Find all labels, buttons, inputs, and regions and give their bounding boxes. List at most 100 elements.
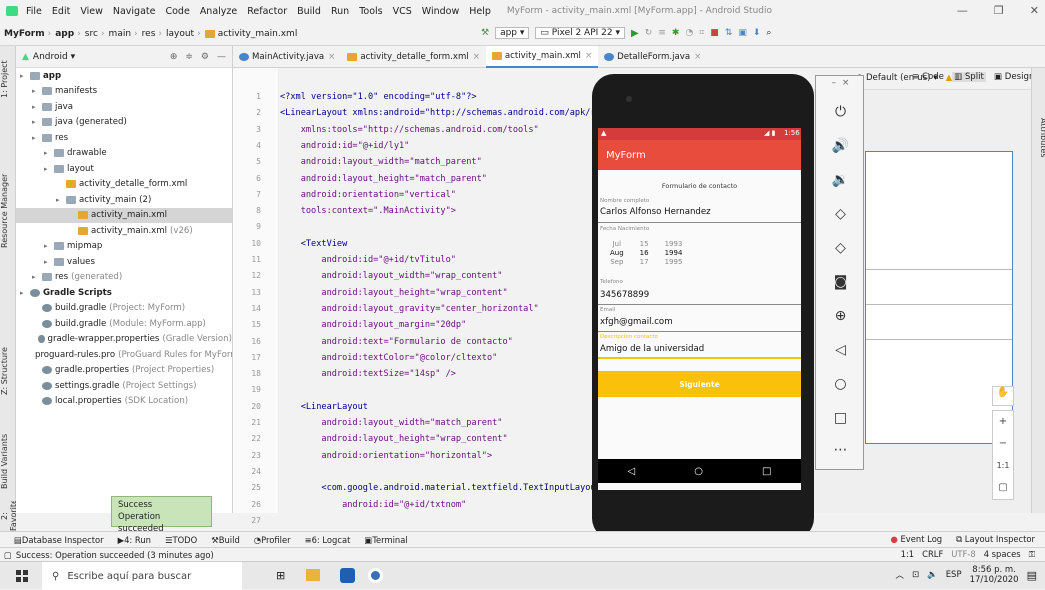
tree-item[interactable]: proguard-rules.pro (ProGuard Rules for My… bbox=[16, 347, 232, 363]
expand-arrow-icon[interactable]: ▸ bbox=[44, 242, 54, 250]
emulator-back-icon[interactable]: ◁ bbox=[816, 342, 865, 358]
run-config-select[interactable]: app ▾ bbox=[495, 27, 530, 39]
zoom-out-icon[interactable]: − bbox=[993, 433, 1013, 455]
expand-arrow-icon[interactable]: ▸ bbox=[56, 196, 66, 204]
next-button[interactable]: Siguiente bbox=[598, 371, 801, 397]
tree-item[interactable]: ▸ Gradle Scripts bbox=[16, 285, 232, 301]
menu-build[interactable]: Build bbox=[297, 6, 321, 17]
build-tab[interactable]: ⚒ Build bbox=[211, 535, 240, 545]
back-icon[interactable]: ◁ bbox=[628, 466, 636, 477]
expand-arrow-icon[interactable]: ▸ bbox=[32, 273, 42, 281]
breadcrumb-res[interactable]: res bbox=[142, 29, 156, 39]
screenshot-icon[interactable]: ◙ bbox=[816, 274, 865, 290]
tree-item[interactable]: activity_detalle_form.xml bbox=[16, 177, 232, 193]
power-icon[interactable]: ⏻ bbox=[816, 104, 865, 120]
rotate-left-icon[interactable]: ◇ bbox=[816, 206, 865, 222]
more-icon[interactable]: ⋯ bbox=[816, 442, 865, 458]
profile-icon[interactable]: ◔ bbox=[685, 28, 693, 38]
file-encoding[interactable]: UTF-8 bbox=[951, 549, 975, 560]
event-log-tab[interactable]: ● Event Log bbox=[891, 534, 943, 545]
breadcrumb-project[interactable]: MyForm bbox=[4, 29, 45, 39]
structure-tab[interactable]: Z: Structure bbox=[0, 336, 16, 406]
month-spinner[interactable]: Jul Aug Sep bbox=[610, 240, 624, 270]
attach-debugger-icon[interactable]: ⌗ bbox=[699, 28, 704, 38]
menu-view[interactable]: View bbox=[80, 6, 103, 17]
date-picker[interactable]: Jul Aug Sep 15 16 17 1993 1994 1995 bbox=[610, 240, 700, 270]
attributes-tab[interactable]: Attributes bbox=[1032, 108, 1045, 168]
target-icon[interactable]: ⊕ bbox=[170, 52, 178, 62]
tree-item[interactable]: settings.gradle (Project Settings) bbox=[16, 378, 232, 394]
tree-item[interactable]: ▸ activity_main (2) bbox=[16, 192, 232, 208]
search-icon[interactable]: ⌕ bbox=[766, 28, 771, 38]
collapse-icon[interactable]: ≑ bbox=[185, 52, 193, 62]
file-explorer-icon[interactable] bbox=[306, 569, 320, 581]
tree-item[interactable]: ▸ layout bbox=[16, 161, 232, 177]
tree-item[interactable]: gradle.properties (Project Properties) bbox=[16, 363, 232, 379]
menu-tools[interactable]: Tools bbox=[359, 6, 382, 17]
code-mode-button[interactable]: ≡ Code bbox=[912, 72, 944, 82]
expand-arrow-icon[interactable]: ▸ bbox=[32, 87, 42, 95]
tree-item[interactable]: build.gradle (Project: MyForm) bbox=[16, 301, 232, 317]
tree-item[interactable]: ▸ java (generated) bbox=[16, 115, 232, 131]
network-icon[interactable]: ⊡ bbox=[912, 570, 919, 580]
volume-icon[interactable]: 🔈 bbox=[927, 570, 938, 580]
menu-run[interactable]: Run bbox=[331, 6, 349, 17]
tree-item[interactable]: activity_main.xml bbox=[16, 207, 232, 223]
breadcrumb-src[interactable]: src bbox=[85, 29, 98, 39]
zoom-icon[interactable]: ⊕ bbox=[816, 308, 865, 324]
volume-down-icon[interactable]: 🔉 bbox=[816, 172, 865, 188]
menu-help[interactable]: Help bbox=[469, 6, 491, 17]
expand-arrow-icon[interactable]: ▸ bbox=[44, 258, 54, 266]
tree-item[interactable]: activity_main.xml (v26) bbox=[16, 223, 232, 239]
editor-tab[interactable]: activity_detalle_form.xml × bbox=[341, 46, 486, 68]
breadcrumb-layout[interactable]: layout bbox=[166, 29, 194, 39]
tree-item[interactable]: ▸ java bbox=[16, 99, 232, 115]
database-inspector-tab[interactable]: ▤ Database Inspector bbox=[14, 535, 104, 545]
logcat-tab[interactable]: ≡ 6: Logcat bbox=[305, 535, 351, 545]
tray-chevron-icon[interactable]: ︿ bbox=[895, 569, 904, 581]
hammer-icon[interactable]: ⚒ bbox=[481, 28, 489, 38]
taskbar-search[interactable]: ⚲ Escribe aquí para buscar bbox=[42, 562, 242, 590]
expand-arrow-icon[interactable]: ▸ bbox=[44, 149, 54, 157]
gear-icon[interactable]: ⚙ bbox=[201, 52, 209, 62]
recents-icon[interactable]: □ bbox=[762, 466, 771, 477]
tree-item[interactable]: build.gradle (Module: MyForm.app) bbox=[16, 316, 232, 332]
expand-arrow-icon[interactable]: ▸ bbox=[20, 289, 30, 297]
menu-window[interactable]: Window bbox=[422, 6, 459, 17]
chrome-icon[interactable] bbox=[340, 568, 355, 583]
hide-icon[interactable]: — bbox=[217, 52, 226, 62]
pan-icon[interactable]: ✋ bbox=[992, 386, 1014, 406]
name-field[interactable]: Carlos Alfonso Hernandez bbox=[600, 207, 711, 217]
breadcrumb-app[interactable]: app bbox=[55, 29, 74, 39]
volume-up-icon[interactable]: 🔊 bbox=[816, 138, 865, 154]
emulator-home-icon[interactable]: ○ bbox=[816, 376, 865, 392]
indent-setting[interactable]: 4 spaces bbox=[984, 549, 1021, 560]
line-separator[interactable]: CRLF bbox=[922, 549, 943, 560]
layout-inspector-tab[interactable]: ⧉ Layout Inspector bbox=[956, 534, 1035, 545]
tree-item[interactable]: ▸ app bbox=[16, 68, 232, 84]
run-icon[interactable]: ▶ bbox=[631, 28, 639, 39]
tree-item[interactable]: ▸ mipmap bbox=[16, 239, 232, 255]
terminal-tab[interactable]: ▣ Terminal bbox=[364, 535, 407, 545]
clock[interactable]: 8:56 p. m. 17/10/2020 bbox=[970, 565, 1019, 585]
notifications-icon[interactable]: ▤ bbox=[1027, 569, 1037, 582]
emulator-minimize-icon[interactable]: – bbox=[832, 78, 837, 88]
tab-close-icon[interactable]: × bbox=[328, 52, 335, 62]
debug-icon[interactable]: ✱ bbox=[672, 28, 680, 38]
project-view-select[interactable]: Android ▾ bbox=[33, 52, 75, 62]
favorites-tab[interactable]: 2: Favorites bbox=[0, 501, 16, 531]
emulator-close-icon[interactable]: × bbox=[842, 78, 850, 88]
position-indicator[interactable]: 1:1 bbox=[901, 549, 914, 560]
zoom-reset-button[interactable]: 1:1 bbox=[993, 455, 1013, 477]
task-view-icon[interactable]: ⊞ bbox=[276, 569, 285, 582]
tree-item[interactable]: ▸ values bbox=[16, 254, 232, 270]
todo-tab[interactable]: ☰ TODO bbox=[165, 535, 197, 545]
expand-arrow-icon[interactable]: ▸ bbox=[32, 118, 42, 126]
year-spinner[interactable]: 1993 1994 1995 bbox=[665, 240, 683, 270]
minimize-icon[interactable]: — bbox=[957, 4, 968, 17]
tree-item[interactable]: ▸ manifests bbox=[16, 84, 232, 100]
sdk-manager-icon[interactable]: ⬇ bbox=[753, 28, 761, 38]
description-field[interactable]: Amigo de la universidad bbox=[600, 344, 704, 354]
build-variants-tab[interactable]: Build Variants bbox=[0, 426, 16, 496]
tab-close-icon[interactable]: × bbox=[694, 52, 701, 62]
